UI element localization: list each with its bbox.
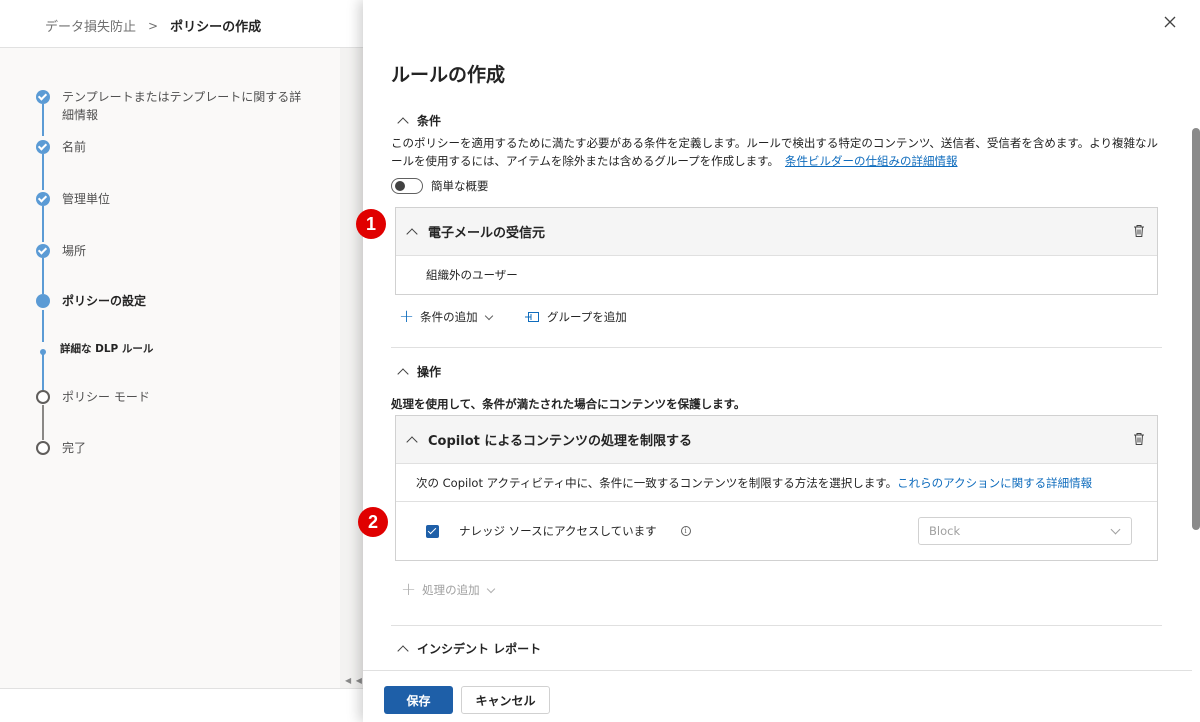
condition-builder-help-link[interactable]: 条件ビルダーの仕組みの詳細情報: [785, 154, 958, 168]
select-value: Block: [929, 524, 961, 538]
incident-reports-section-header[interactable]: インシデント レポート: [397, 640, 541, 657]
restriction-select[interactable]: Block: [918, 517, 1132, 545]
step-label: 完了: [62, 441, 87, 455]
panel-scrollbar[interactable]: [1192, 128, 1200, 530]
wizard-step-finish[interactable]: 完了: [36, 441, 86, 457]
chevron-up-icon: [397, 644, 409, 657]
add-action-label: 処理の追加: [422, 583, 480, 597]
check-circle-icon: [36, 140, 50, 154]
add-group-label: グループを追加: [547, 310, 627, 324]
conditions-description-text: このポリシーを適用するために満たす必要がある条件を定義します。ルールで検出する特…: [391, 136, 1159, 168]
step-connector: [42, 206, 44, 242]
section-divider: [391, 347, 1162, 348]
add-condition-button[interactable]: + 条件の追加: [399, 306, 493, 327]
step-label: テンプレートまたはテンプレートに関する詳細情報: [62, 90, 302, 122]
close-button[interactable]: [1160, 12, 1180, 32]
wizard-step-admin-units[interactable]: 管理単位: [36, 192, 110, 208]
check-circle-icon: [36, 192, 50, 206]
actions-description: 処理を使用して、条件が満たされた場合にコンテンツを保護します。: [391, 397, 746, 411]
step-label: ポリシーの設定: [62, 294, 147, 308]
check-circle-icon: [36, 90, 50, 104]
wizard-step-policy-mode[interactable]: ポリシー モード: [36, 390, 150, 406]
background-page: データ損失防止 > ポリシーの作成 テンプレートまたはテンプレートに関する詳細情…: [0, 0, 363, 722]
step-connector: [42, 258, 44, 294]
conditions-description: このポリシーを適用するために満たす必要がある条件を定義します。ルールで検出する特…: [391, 134, 1161, 170]
step-label: ポリシー モード: [62, 390, 150, 404]
wizard-step-advanced-dlp-rules[interactable]: 詳細な DLP ルール: [36, 343, 153, 358]
chevron-up-icon: [406, 227, 418, 240]
chevron-up-icon: [406, 435, 418, 448]
condition-card: 電子メールの受信元 組織外のユーザー: [395, 207, 1158, 295]
breadcrumb-separator: >: [148, 18, 159, 33]
actions-section-header[interactable]: 操作: [397, 363, 441, 380]
step-label: 詳細な DLP ルール: [60, 343, 154, 355]
condition-card-title: 電子メールの受信元: [428, 226, 546, 241]
step-label: 管理単位: [62, 192, 111, 206]
action-description-text: 次の Copilot アクティビティ中に、条件に一致するコンテンツを制限する方法…: [416, 475, 898, 490]
add-action-button[interactable]: + 処理の追加: [401, 579, 495, 600]
step-connector: [42, 310, 44, 342]
annotation-badge-1: 1: [356, 209, 386, 239]
info-icon[interactable]: i: [680, 526, 691, 536]
trash-icon[interactable]: [1133, 432, 1145, 446]
chevron-up-icon: [397, 367, 409, 380]
actions-help-link[interactable]: これらのアクションに関する詳細情報: [897, 475, 1092, 491]
background-strip: [340, 48, 363, 688]
step-connector: [42, 154, 44, 190]
panel-title: ルールの作成: [391, 64, 506, 86]
section-title: 操作: [417, 365, 442, 379]
toggle-label: 簡単な概要: [431, 179, 489, 193]
chevron-down-icon: [486, 584, 495, 593]
quick-summary-toggle[interactable]: [391, 178, 423, 194]
chevron-down-icon: [484, 311, 493, 320]
plus-icon: +: [399, 306, 415, 327]
save-button[interactable]: 保存: [384, 686, 453, 714]
wizard-steps: テンプレートまたはテンプレートに関する詳細情報 名前 管理単位 場所 ポリシーの…: [0, 48, 340, 688]
add-group-icon: [525, 312, 539, 322]
breadcrumb-current: ポリシーの作成: [170, 20, 262, 35]
chevron-down-icon: [1110, 524, 1121, 535]
breadcrumb: データ損失防止 > ポリシーの作成: [45, 16, 262, 36]
add-group-button[interactable]: グループを追加: [525, 309, 627, 325]
close-icon: [1164, 16, 1176, 28]
current-step-icon: [36, 294, 50, 308]
annotation-badge-2: 2: [358, 507, 388, 537]
section-divider: [391, 625, 1162, 626]
wizard-step-locations[interactable]: 場所: [36, 244, 86, 260]
knowledge-source-row: ナレッジ ソースにアクセスしています i Block: [396, 502, 1157, 560]
plus-icon: +: [401, 579, 417, 600]
quick-summary-toggle-row: 簡単な概要: [391, 178, 489, 194]
condition-value: 組織外のユーザー: [426, 268, 518, 282]
chevron-up-icon: [397, 116, 409, 129]
cancel-button[interactable]: キャンセル: [461, 686, 550, 714]
conditions-section-header[interactable]: 条件: [397, 112, 441, 129]
scroll-left-arrows-icon[interactable]: ◀ ◀: [345, 676, 363, 685]
empty-circle-icon: [36, 441, 50, 455]
background-footer: [0, 688, 363, 722]
step-label: 名前: [62, 140, 87, 154]
panel-footer: 保存 キャンセル: [363, 670, 1192, 722]
wizard-step-template[interactable]: テンプレートまたはテンプレートに関する詳細情報: [36, 90, 302, 124]
substep-dot-icon: [40, 349, 46, 355]
empty-circle-icon: [36, 390, 50, 404]
trash-icon[interactable]: [1133, 224, 1145, 238]
add-condition-label: 条件の追加: [420, 310, 478, 324]
action-card-header[interactable]: Copilot によるコンテンツの処理を制限する: [396, 416, 1157, 464]
section-title: インシデント レポート: [417, 642, 542, 656]
knowledge-source-label: ナレッジ ソースにアクセスしています: [459, 524, 657, 538]
wizard-step-name[interactable]: 名前: [36, 140, 86, 156]
breadcrumb-parent[interactable]: データ損失防止: [45, 16, 136, 35]
knowledge-source-checkbox[interactable]: [426, 524, 439, 538]
step-connector: [42, 405, 44, 440]
create-rule-panel: ルールの作成 条件 このポリシーを適用するために満たす必要がある条件を定義します…: [363, 0, 1200, 722]
action-card-description: 次の Copilot アクティビティ中に、条件に一致するコンテンツを制限する方法…: [396, 464, 1157, 502]
step-label: 場所: [62, 244, 87, 258]
section-title: 条件: [417, 114, 442, 128]
condition-card-header[interactable]: 電子メールの受信元: [396, 208, 1157, 256]
action-card: Copilot によるコンテンツの処理を制限する 次の Copilot アクティ…: [395, 415, 1158, 561]
wizard-step-policy-settings[interactable]: ポリシーの設定: [36, 294, 146, 310]
check-circle-icon: [36, 244, 50, 258]
action-card-title: Copilot によるコンテンツの処理を制限する: [428, 434, 692, 449]
